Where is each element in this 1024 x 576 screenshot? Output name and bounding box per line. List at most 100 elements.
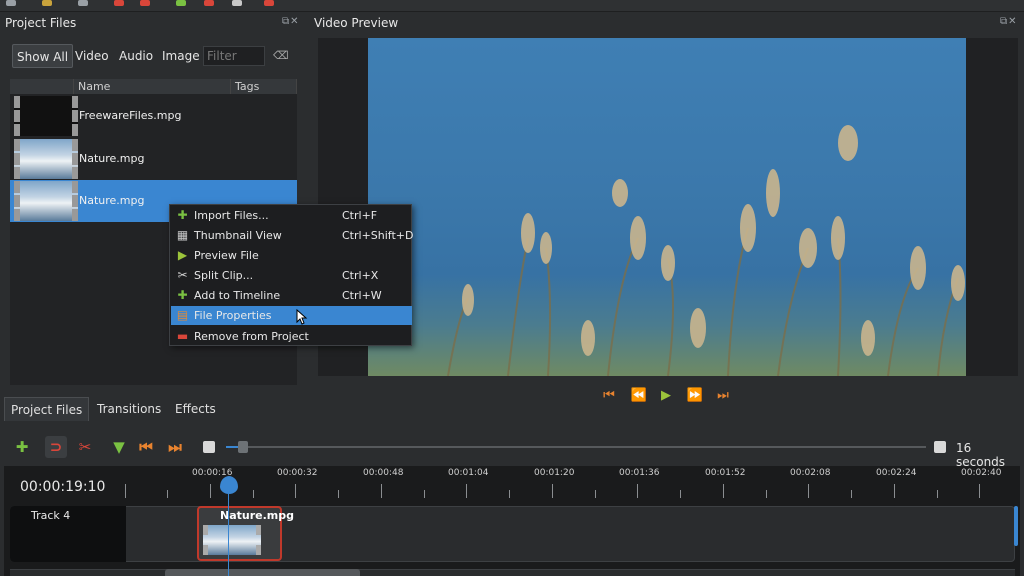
timeline-scrollbar[interactable] — [1014, 506, 1018, 546]
ruler-tick — [125, 484, 126, 498]
redo-icon[interactable] — [140, 0, 150, 6]
plus-icon: ✚ — [177, 288, 188, 302]
menu-item-label: Add to Timeline — [194, 289, 281, 302]
zoom-out-icon[interactable] — [203, 441, 215, 453]
file-name: Nature.mpg — [79, 194, 145, 207]
column-header-blank — [10, 79, 74, 94]
new-project-icon[interactable] — [6, 0, 16, 6]
ruler-tick — [295, 484, 296, 498]
razor-icon[interactable]: ✂ — [74, 436, 96, 458]
export-icon[interactable] — [264, 0, 274, 6]
ruler-tick — [979, 484, 980, 498]
ruler-tick — [167, 490, 168, 498]
fullscreen-icon[interactable] — [232, 0, 242, 6]
zoom-label: 16 seconds — [956, 441, 1006, 469]
file-row[interactable]: FreewareFiles.mpg — [10, 95, 297, 137]
zoom-slider-fill — [226, 446, 238, 448]
menu-item-thumbnail-view[interactable]: ▦ Thumbnail View Ctrl+Shift+D — [171, 226, 414, 245]
add-marker-icon[interactable]: ▼ — [108, 436, 130, 458]
dock-tabs: Project Files Transitions Effects — [0, 397, 310, 421]
next-marker-icon[interactable]: ⏭ — [164, 436, 186, 458]
main-toolbar — [0, 0, 1024, 12]
menu-item-import-files[interactable]: ✚ Import Files... Ctrl+F — [171, 206, 412, 225]
file-row[interactable]: Nature.mpg — [10, 138, 297, 180]
playhead[interactable] — [220, 476, 238, 494]
video-frame — [368, 38, 966, 376]
ruler-tick — [552, 484, 553, 498]
ruler-tick — [680, 490, 681, 498]
plus-icon: ✚ — [177, 208, 188, 222]
track-4[interactable] — [10, 506, 1015, 562]
ruler-tick — [253, 490, 254, 498]
grass-image — [447, 125, 965, 376]
file-thumbnail — [14, 96, 78, 136]
add-track-icon[interactable]: ✚ — [11, 436, 33, 458]
open-project-icon[interactable] — [42, 0, 52, 6]
menu-item-add-to-timeline[interactable]: ✚ Add to Timeline Ctrl+W — [171, 286, 412, 305]
clip-thumbnail — [203, 525, 261, 555]
jump-end-icon[interactable]: ⏭ — [714, 387, 732, 405]
project-files-dock-buttons[interactable]: ⧉✕ — [282, 16, 300, 28]
ruler-label: 00:01:04 — [448, 468, 489, 478]
playhead-line — [228, 494, 229, 576]
ruler-label: 00:00:32 — [277, 468, 318, 478]
ruler-label: 00:02:24 — [876, 468, 917, 478]
profile-icon[interactable] — [204, 0, 214, 6]
ruler-tick — [894, 484, 895, 498]
ruler-tick — [509, 490, 510, 498]
project-files-title: Project Files — [5, 16, 77, 30]
mouse-cursor-icon — [296, 309, 308, 325]
ruler-tick — [381, 484, 382, 498]
file-thumbnail — [14, 181, 78, 221]
fast-forward-icon[interactable]: ⏩ — [686, 387, 704, 405]
column-header-name[interactable]: Name — [74, 79, 231, 94]
snap-icon[interactable]: ⊃ — [45, 436, 67, 458]
menu-item-remove-from-project[interactable]: ▬ Remove from Project — [171, 327, 412, 346]
tab-transitions[interactable]: Transitions — [91, 397, 167, 421]
track-3[interactable] — [10, 569, 1015, 576]
ruler-tick — [808, 484, 809, 498]
column-header-tags[interactable]: Tags — [231, 79, 297, 94]
clear-filter-icon[interactable]: ⌫ — [273, 50, 289, 61]
video-preview-title: Video Preview — [314, 16, 399, 30]
jump-start-icon[interactable]: ⏮ — [600, 387, 618, 405]
import-icon[interactable] — [176, 0, 186, 6]
ruler-tick — [466, 484, 467, 498]
menu-item-preview-file[interactable]: ▶ Preview File — [171, 246, 412, 265]
ruler-label: 00:02:08 — [790, 468, 831, 478]
current-time: 00:00:19:10 — [20, 479, 106, 495]
filter-audio-button[interactable]: Audio — [115, 44, 157, 68]
menu-item-label: File Properties — [194, 309, 272, 322]
zoom-slider-handle[interactable] — [238, 441, 248, 453]
menu-item-split-clip[interactable]: ✂ Split Clip... Ctrl+X — [171, 266, 412, 285]
playback-controls: ⏮ ⏪ ▶ ⏩ ⏭ — [600, 387, 740, 405]
clip-name: Nature.mpg — [220, 509, 294, 522]
ruler-tick — [637, 484, 638, 498]
menu-item-shortcut: Ctrl+F — [342, 209, 378, 222]
ruler-tick — [723, 484, 724, 498]
menu-item-shortcut: Ctrl+W — [342, 289, 382, 302]
menu-item-label: Preview File — [194, 249, 259, 262]
filter-show-all-button[interactable]: Show All — [12, 44, 74, 68]
ruler-tick — [766, 490, 767, 498]
timeline-clip[interactable] — [165, 569, 360, 576]
video-preview-dock-buttons[interactable]: ⧉✕ — [1000, 16, 1018, 28]
filter-bar: Show All Video Audio Image Filter ⌫ — [10, 44, 300, 68]
thumbnail-icon: ▦ — [176, 228, 189, 242]
rewind-icon[interactable]: ⏪ — [630, 387, 648, 405]
save-project-icon[interactable] — [78, 0, 88, 6]
filter-input[interactable]: Filter — [203, 46, 265, 66]
play-icon[interactable]: ▶ — [657, 387, 675, 405]
zoom-slider[interactable] — [226, 446, 926, 448]
tab-project-files[interactable]: Project Files — [4, 397, 90, 421]
zoom-in-icon[interactable] — [934, 441, 946, 453]
filter-image-button[interactable]: Image — [158, 44, 204, 68]
ruler-label: 00:01:36 — [619, 468, 660, 478]
file-name: Nature.mpg — [79, 152, 145, 165]
menu-item-file-properties[interactable]: ▤ File Properties — [171, 306, 412, 325]
undo-icon[interactable] — [114, 0, 124, 6]
file-thumbnail — [14, 139, 78, 179]
previous-marker-icon[interactable]: ⏮ — [135, 436, 157, 458]
filter-video-button[interactable]: Video — [71, 44, 113, 68]
tab-effects[interactable]: Effects — [169, 397, 222, 421]
